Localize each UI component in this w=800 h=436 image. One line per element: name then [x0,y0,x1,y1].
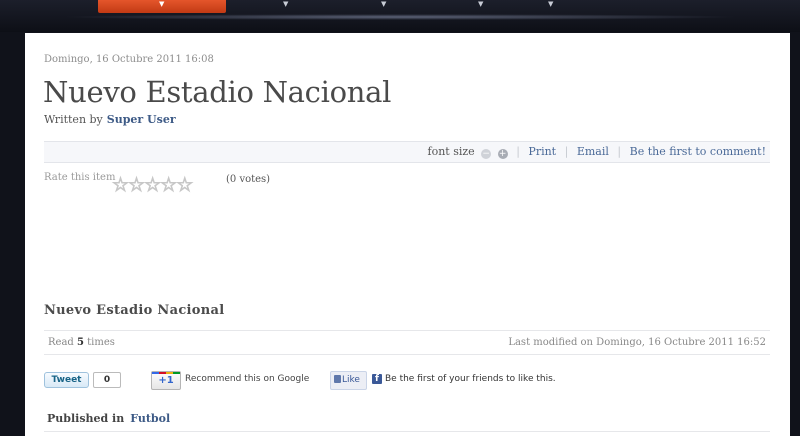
font-size-label: font size [427,145,475,158]
article-toolbar: font size − + | Print | Email | Be the f… [44,141,770,163]
star-icon[interactable]: ☆ [144,174,162,197]
tweet-button[interactable]: Tweet [44,372,89,388]
divider: | [564,145,569,158]
votes-count: (0 votes) [226,174,271,185]
read-suffix: times [87,337,115,348]
google-plus-label: +1 [158,375,174,386]
google-recommend-text: Recommend this on Google [185,374,310,384]
tweet-count: 0 [93,372,121,388]
star-icon[interactable]: ☆ [176,174,194,197]
nav-item-active[interactable]: ▼ [98,0,226,13]
print-link[interactable]: Print [528,145,556,158]
facebook-friends-text: Be the first of your friends to like thi… [385,374,556,384]
star-icon[interactable]: ☆ [160,174,178,197]
author-line: Written by Super User [44,113,176,126]
star-icon[interactable]: ☆ [128,174,146,197]
star-rating[interactable]: ☆☆☆☆☆ [111,174,194,197]
chevron-down-icon[interactable]: ▼ [548,0,553,8]
read-prefix: Read [48,337,74,348]
comment-link[interactable]: Be the first to comment! [630,145,766,158]
rate-label: Rate this item [44,172,116,183]
written-by-label: Written by [44,113,103,126]
google-stripe [152,372,180,374]
facebook-like-label: Like [342,375,360,385]
google-plus-button[interactable]: +1 [151,371,181,390]
chevron-down-icon[interactable]: ▼ [478,0,483,8]
published-in: Published in Futbol [44,406,770,432]
read-count: Read 5 times [48,331,115,355]
facebook-like-button[interactable]: Like [330,371,367,390]
author-link[interactable]: Super User [107,113,176,126]
email-link[interactable]: Email [577,145,609,158]
facebook-icon: f [372,374,382,384]
star-icon[interactable]: ☆ [111,174,129,197]
divider: | [617,145,622,158]
nav-glow [60,14,740,20]
page-title: Nuevo Estadio Nacional [43,75,392,109]
article-panel: Domingo, 16 Octubre 2011 16:08 Nuevo Est… [25,33,790,436]
chevron-down-icon[interactable]: ▼ [283,0,288,8]
minus-icon[interactable]: − [481,149,492,159]
category-link[interactable]: Futbol [130,412,170,425]
plus-icon[interactable]: + [497,149,508,159]
thumbs-up-icon [334,375,341,383]
article-date: Domingo, 16 Octubre 2011 16:08 [44,54,214,65]
read-number: 5 [77,337,84,348]
last-modified: Last modified on Domingo, 16 Octubre 201… [508,337,766,348]
divider: | [516,145,520,158]
chevron-down-icon[interactable]: ▼ [381,0,386,8]
chevron-down-icon: ▼ [159,0,165,8]
article-subtitle: Nuevo Estadio Nacional [44,303,225,318]
top-navigation-bar: ▼ ▼ ▼ ▼ ▼ [0,0,800,32]
published-label: Published in [47,412,125,425]
article-info-bar: Read 5 times Last modified on Domingo, 1… [44,330,770,355]
